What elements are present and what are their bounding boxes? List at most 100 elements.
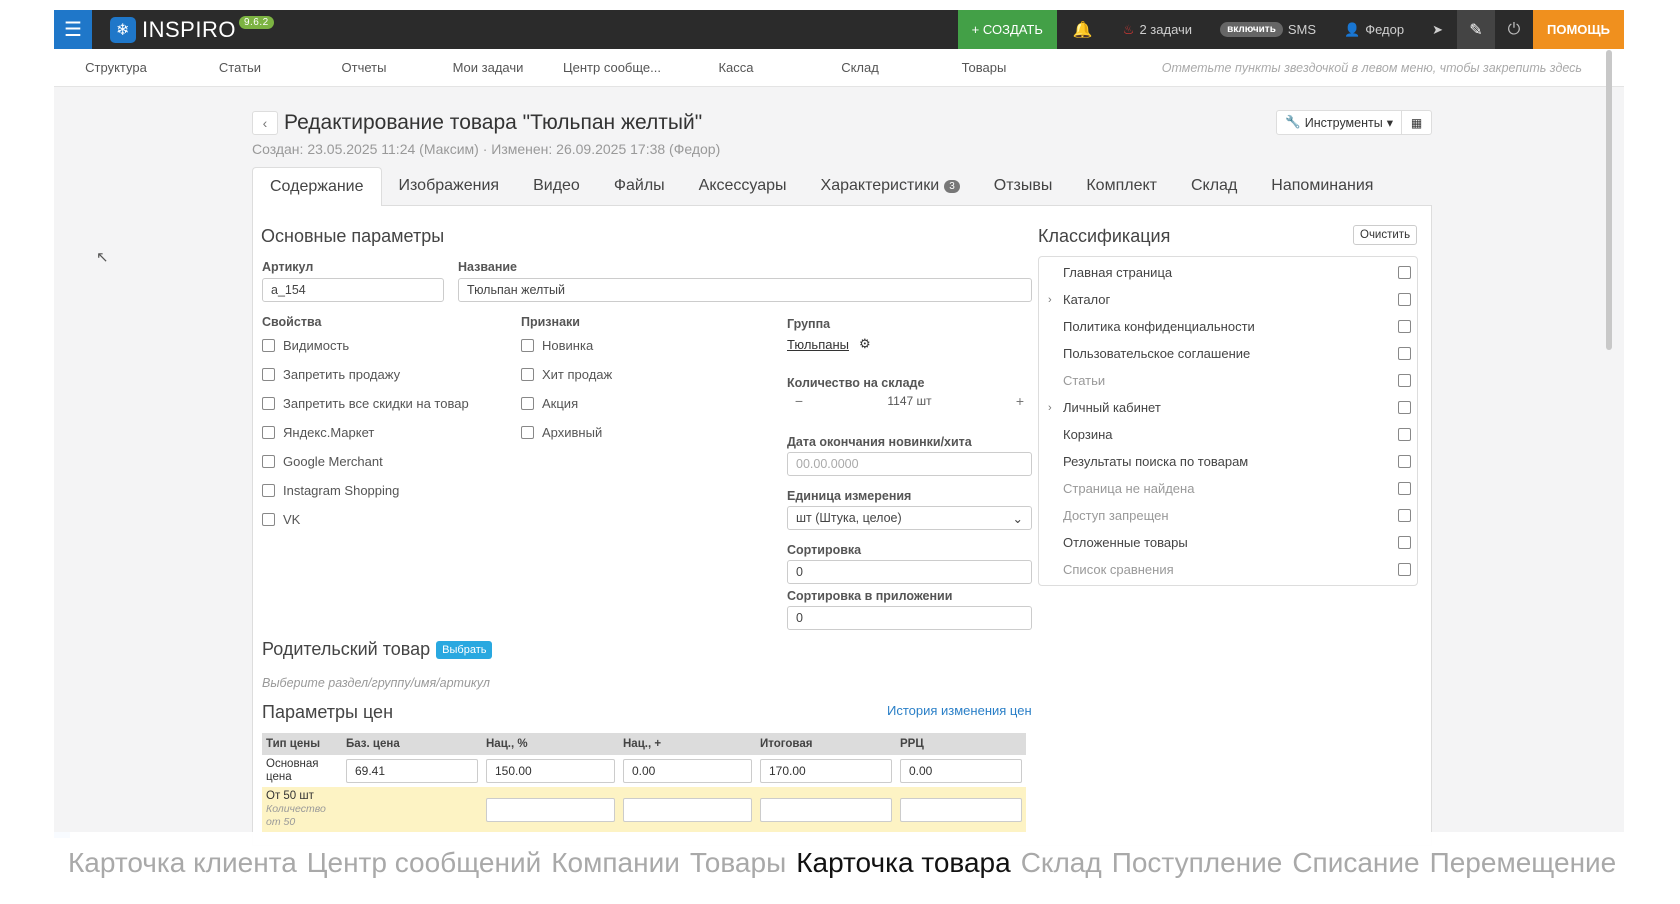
scrollbar[interactable] bbox=[1606, 50, 1612, 350]
tab-stock[interactable]: Склад bbox=[1174, 167, 1254, 205]
tab-reminders[interactable]: Напоминания bbox=[1254, 167, 1390, 205]
checkbox-box[interactable] bbox=[262, 339, 275, 352]
list-item[interactable]: Страница не найдена bbox=[1039, 475, 1417, 502]
list-item[interactable]: Главная страница bbox=[1039, 259, 1417, 286]
checkbox-archived[interactable]: Архивный bbox=[521, 418, 612, 447]
nav-item-my-tasks[interactable]: Мои задачи bbox=[426, 60, 550, 75]
checkbox-new[interactable]: Новинка bbox=[521, 331, 612, 360]
checkbox-box[interactable] bbox=[262, 513, 275, 526]
back-button[interactable]: ‹ bbox=[252, 110, 278, 135]
tab-files[interactable]: Файлы bbox=[597, 167, 682, 205]
checkbox-box[interactable] bbox=[262, 368, 275, 381]
tab-characteristics[interactable]: Характеристики 3 bbox=[804, 167, 977, 205]
checkbox-box[interactable] bbox=[1398, 482, 1411, 495]
list-item[interactable]: Список сравнения bbox=[1039, 556, 1417, 583]
grid-icon[interactable]: ▦ bbox=[1402, 110, 1432, 135]
plus-icon[interactable]: + bbox=[1008, 393, 1032, 409]
logo[interactable]: ❄ INSPIRO 9.6.2 bbox=[110, 16, 274, 43]
markup-pct-input[interactable] bbox=[486, 797, 615, 822]
list-item[interactable]: Результаты поиска по товарам bbox=[1039, 448, 1417, 475]
list-item[interactable]: › Каталог bbox=[1039, 286, 1417, 313]
nav-item-articles[interactable]: Статьи bbox=[178, 60, 302, 75]
markup-pct-input[interactable]: 150.00 bbox=[486, 759, 615, 783]
pencil-icon[interactable]: ✎ bbox=[1457, 10, 1495, 49]
choose-parent-button[interactable]: Выбрать bbox=[436, 640, 493, 659]
tab-reviews[interactable]: Отзывы bbox=[977, 167, 1070, 205]
tab-content[interactable]: Содержание bbox=[252, 167, 382, 207]
checkbox-box[interactable] bbox=[521, 339, 534, 352]
send-icon[interactable]: ➤ bbox=[1418, 10, 1457, 49]
checkbox-box[interactable] bbox=[1398, 374, 1411, 387]
checkbox-box[interactable] bbox=[1398, 509, 1411, 522]
checkbox-promo[interactable]: Акция bbox=[521, 389, 612, 418]
base-price-input[interactable]: 69.41 bbox=[346, 759, 478, 783]
total-price-input[interactable] bbox=[760, 797, 892, 822]
checkbox-google-merchant[interactable]: Google Merchant bbox=[262, 447, 469, 476]
nav-item-cashbox[interactable]: Касса bbox=[674, 60, 798, 75]
nav-item-warehouse[interactable]: Склад bbox=[798, 60, 922, 75]
clear-button[interactable]: Очистить bbox=[1353, 225, 1418, 245]
checkbox-box[interactable] bbox=[1398, 401, 1411, 414]
power-icon[interactable]: ⏻ bbox=[1495, 10, 1533, 49]
rrp-input[interactable]: 0.00 bbox=[900, 759, 1022, 783]
checkbox-box[interactable] bbox=[1398, 320, 1411, 333]
tasks-button[interactable]: ♨ 2 задачи bbox=[1109, 10, 1206, 49]
checkbox-yandex-market[interactable]: Яндекс.Маркет bbox=[262, 418, 469, 447]
list-item[interactable]: Корзина bbox=[1039, 421, 1417, 448]
nav-item-products[interactable]: Товары bbox=[922, 60, 1046, 75]
checkbox-vk[interactable]: VK bbox=[262, 505, 469, 534]
nav-item-reports[interactable]: Отчеты bbox=[302, 60, 426, 75]
checkbox-box[interactable] bbox=[521, 426, 534, 439]
tab-bundle[interactable]: Комплект bbox=[1069, 167, 1174, 205]
group-link[interactable]: Тюльпаны bbox=[787, 337, 849, 352]
list-item[interactable]: › Личный кабинет bbox=[1039, 394, 1417, 421]
sms-toggle[interactable]: включить SMS bbox=[1206, 10, 1330, 49]
price-history-link[interactable]: История изменения цен bbox=[887, 703, 1032, 718]
end-date-input[interactable]: 00.00.0000 bbox=[787, 452, 1032, 476]
user-menu[interactable]: 👤 Федор bbox=[1330, 10, 1418, 49]
sort-input[interactable]: 0 bbox=[787, 560, 1032, 584]
create-button[interactable]: + СОЗДАТЬ bbox=[957, 10, 1057, 49]
nav-item-message-center[interactable]: Центр сообще... bbox=[550, 60, 674, 75]
tools-button[interactable]: 🔧 Инструменты ▾ bbox=[1276, 110, 1402, 135]
rrp-input[interactable] bbox=[900, 797, 1022, 822]
checkbox-visibility[interactable]: Видимость bbox=[262, 331, 469, 360]
help-button[interactable]: ПОМОЩЬ bbox=[1533, 10, 1624, 49]
checkbox-instagram-shopping[interactable]: Instagram Shopping bbox=[262, 476, 469, 505]
nav-item-structure[interactable]: Структура bbox=[54, 60, 178, 75]
list-item[interactable]: Доступ запрещен bbox=[1039, 502, 1417, 529]
checkbox-box[interactable] bbox=[521, 368, 534, 381]
checkbox-box[interactable] bbox=[1398, 536, 1411, 549]
name-input[interactable]: Тюльпан желтый bbox=[458, 278, 1032, 302]
list-item[interactable]: Пользовательское соглашение bbox=[1039, 340, 1417, 367]
tab-accessories[interactable]: Аксессуары bbox=[682, 167, 804, 205]
checkbox-box[interactable] bbox=[1398, 293, 1411, 306]
list-item[interactable]: Политика конфиденциальности bbox=[1039, 313, 1417, 340]
checkbox-box[interactable] bbox=[521, 397, 534, 410]
checkbox-box[interactable] bbox=[1398, 455, 1411, 468]
chevron-right-icon[interactable]: › bbox=[1048, 402, 1052, 414]
tab-video[interactable]: Видео bbox=[516, 167, 597, 205]
gear-icon[interactable]: ⚙ bbox=[859, 336, 871, 352]
list-item[interactable]: Статьи bbox=[1039, 367, 1417, 394]
markup-plus-input[interactable]: 0.00 bbox=[623, 759, 752, 783]
checkbox-box[interactable] bbox=[1398, 266, 1411, 279]
checkbox-box[interactable] bbox=[1398, 428, 1411, 441]
checkbox-box[interactable] bbox=[262, 455, 275, 468]
checkbox-box[interactable] bbox=[1398, 347, 1411, 360]
total-price-input[interactable]: 170.00 bbox=[760, 759, 892, 783]
checkbox-box[interactable] bbox=[262, 426, 275, 439]
menu-icon[interactable]: ☰ bbox=[54, 10, 92, 49]
sku-input[interactable]: a_154 bbox=[262, 278, 444, 302]
minus-icon[interactable]: − bbox=[787, 393, 811, 409]
checkbox-bestseller[interactable]: Хит продаж bbox=[521, 360, 612, 389]
checkbox-forbid-sale[interactable]: Запретить продажу bbox=[262, 360, 469, 389]
stock-value[interactable]: 1147 шт bbox=[811, 394, 1008, 408]
checkbox-box[interactable] bbox=[262, 484, 275, 497]
chevron-right-icon[interactable]: › bbox=[1048, 294, 1052, 306]
tab-images[interactable]: Изображения bbox=[382, 167, 517, 205]
list-item[interactable]: Отложенные товары bbox=[1039, 529, 1417, 556]
checkbox-box[interactable] bbox=[262, 397, 275, 410]
sort-app-input[interactable]: 0 bbox=[787, 606, 1032, 630]
checkbox-box[interactable] bbox=[1398, 563, 1411, 576]
